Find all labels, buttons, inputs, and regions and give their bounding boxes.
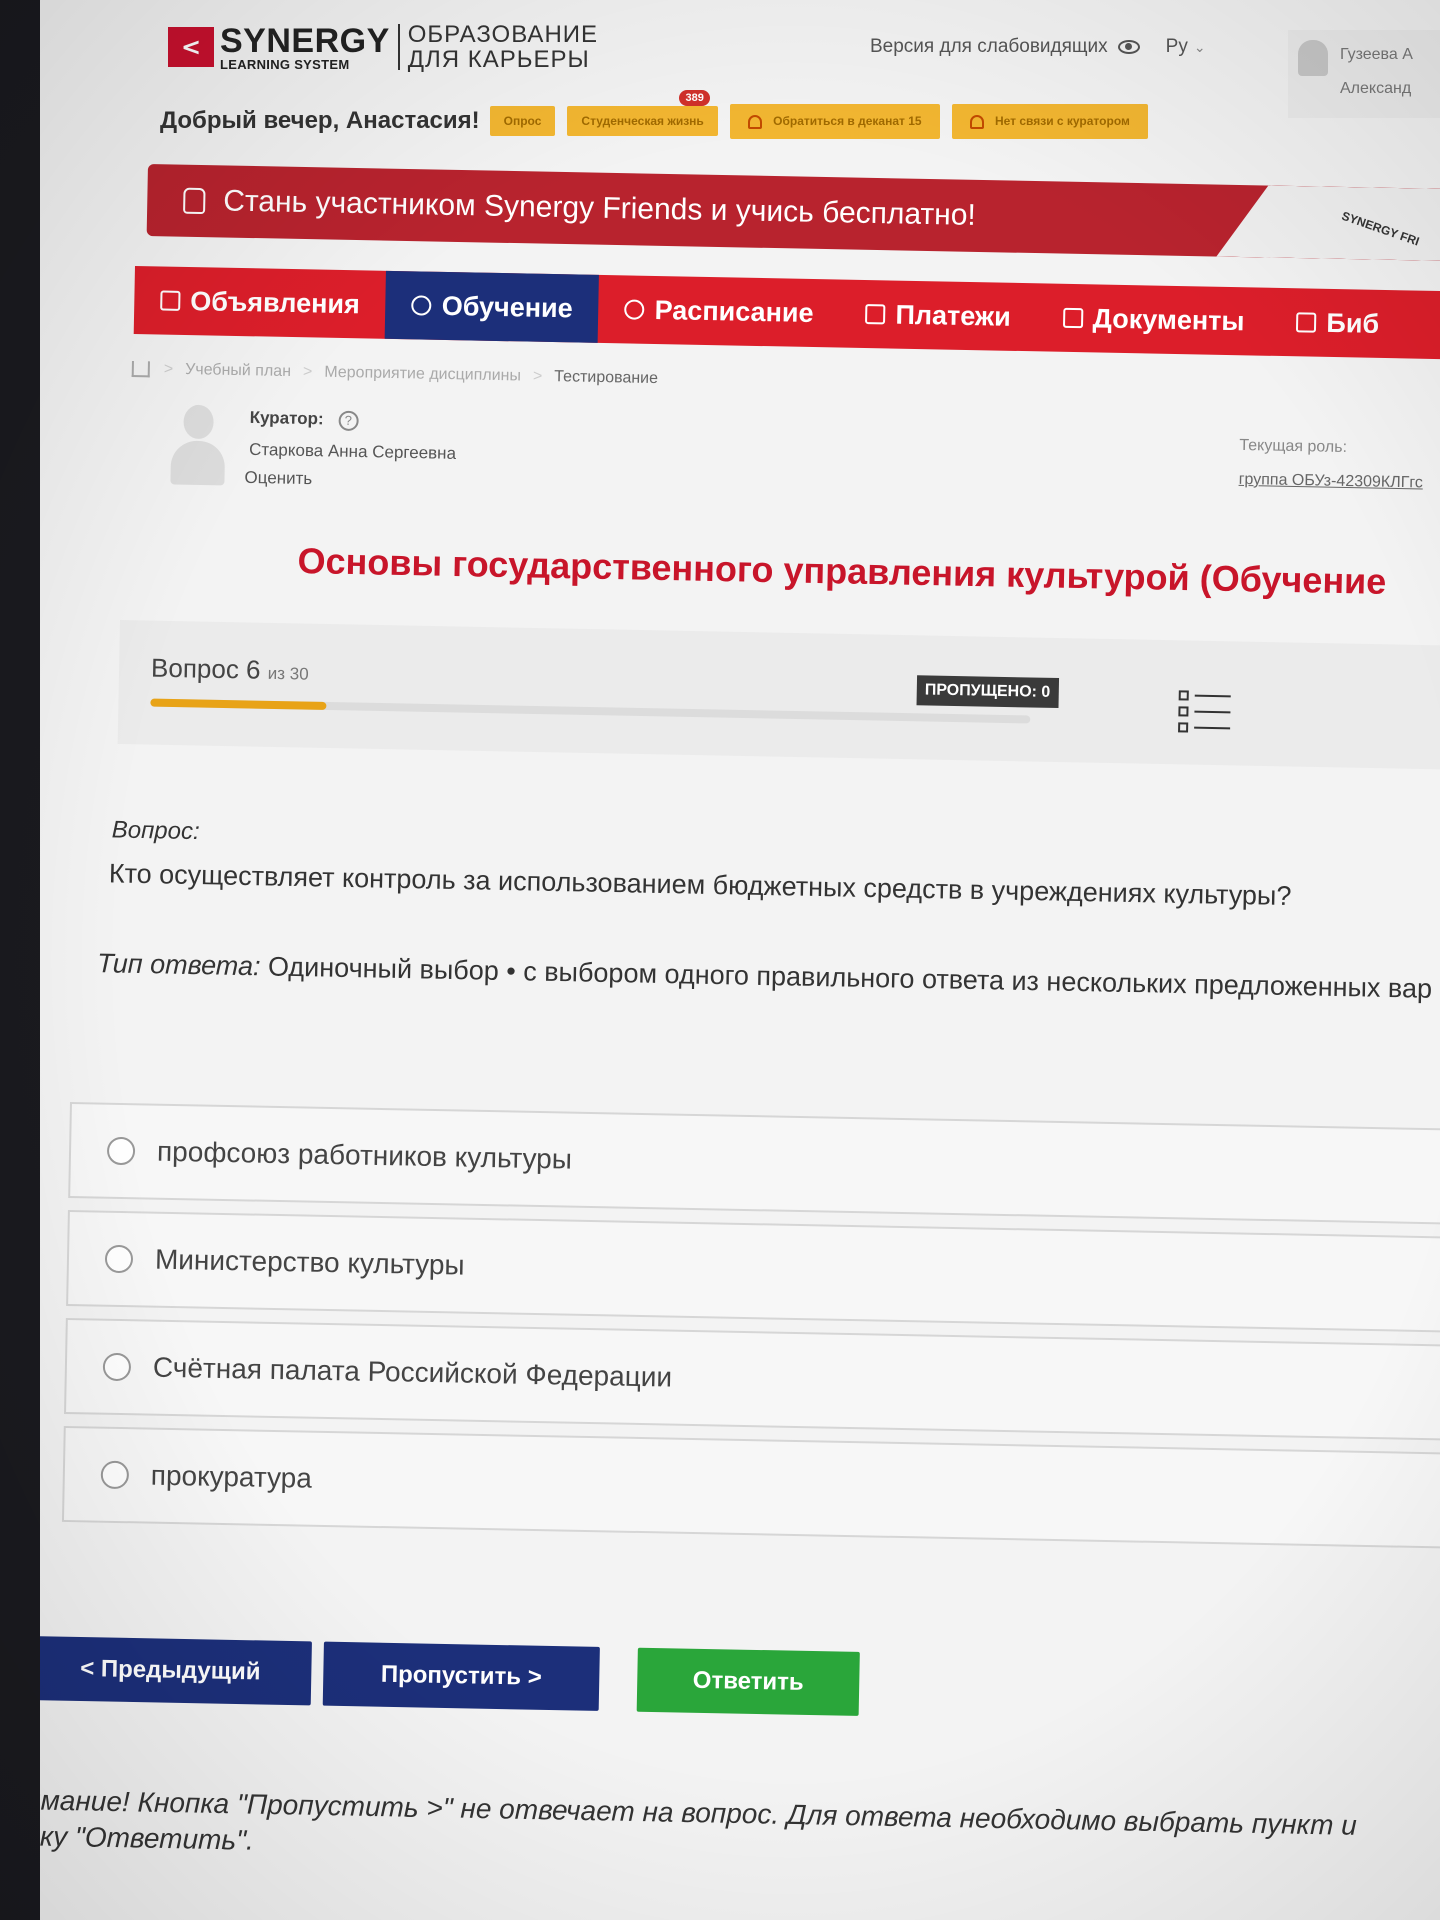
answer-type-label: Тип ответа:	[96, 948, 261, 982]
nav-announcements[interactable]: Объявления	[134, 266, 387, 339]
answer-option[interactable]: Министерство культуры	[66, 1209, 1440, 1333]
header: < SYNERGY LEARNING SYSTEM ОБРАЗОВАНИЕ ДЛ…	[40, 0, 1440, 118]
graduation-cap-icon	[411, 295, 432, 316]
user-name[interactable]: Гузеева А	[1340, 46, 1413, 64]
logo-main-text: SYNERGY	[220, 21, 390, 60]
breadcrumb-current: Тестирование	[554, 368, 659, 388]
nav-schedule-label: Расписание	[654, 294, 814, 328]
header-tools: Версия для слабовидящих Ру ⌄	[870, 36, 1206, 58]
logo-divider	[397, 24, 400, 71]
radio-button[interactable]	[100, 1460, 130, 1490]
question-counter: Вопрос 6 из 30	[151, 653, 309, 687]
question-total: из 30	[267, 663, 309, 684]
logo[interactable]: < SYNERGY LEARNING SYSTEM ОБРАЗОВАНИЕ ДЛ…	[168, 22, 598, 72]
page-title: Основы государственного управления культ…	[297, 540, 1387, 602]
user-menu[interactable]: Гузеева А Александ	[1288, 30, 1440, 118]
answer-option[interactable]: Счётная палата Российской Федерации	[64, 1317, 1440, 1441]
book-icon	[1296, 312, 1317, 333]
nav-announcements-label: Объявления	[190, 285, 361, 319]
role-label: Текущая роль:	[1239, 436, 1348, 456]
answer-type: Тип ответа: Одиночный выбор • с выбором …	[97, 948, 1432, 1005]
previous-button[interactable]: < Предыдущий	[40, 1636, 312, 1706]
radio-button[interactable]	[104, 1244, 134, 1274]
main-nav: Объявления Обучение Расписание Платежи Д…	[133, 266, 1440, 360]
answer-option-label[interactable]: профсоюз работников культуры	[157, 1136, 572, 1176]
nav-documents-label: Документы	[1092, 302, 1245, 336]
promo-text: Стань участником Synergy Friends и учись…	[222, 184, 977, 232]
breadcrumb-item[interactable]: Учебный план	[185, 361, 291, 381]
nav-learning-label: Обучение	[441, 290, 574, 323]
accessibility-link[interactable]: Версия для слабовидящих	[870, 36, 1108, 58]
curator-label-text: Куратор:	[249, 407, 324, 429]
radio-button[interactable]	[106, 1136, 136, 1166]
progress-bar-fill	[150, 698, 327, 710]
notice-text: нимание! Кнопка "Пропустить >" не отвеча…	[40, 1782, 1440, 1884]
question-area: Вопрос: Кто осуществляет контроль за исп…	[90, 816, 1440, 1003]
skip-button[interactable]: Пропустить >	[322, 1641, 600, 1711]
headset-icon	[969, 114, 984, 129]
rate-curator-link[interactable]: Оценить	[244, 468, 312, 489]
nav-learning[interactable]: Обучение	[385, 270, 600, 343]
question-number: Вопрос 6	[150, 652, 261, 685]
breadcrumb-item[interactable]: Мероприятие дисциплины	[324, 364, 521, 386]
nav-schedule[interactable]: Расписание	[598, 275, 840, 348]
curator-panel: Куратор: ? Старкова Анна Сергеевна Оцени…	[148, 400, 1440, 515]
role-select[interactable]: группа ОБУз-42309КЛГгс	[1238, 471, 1423, 493]
dean-office-label: Обратиться в деканат 15	[773, 114, 922, 128]
home-icon[interactable]	[131, 360, 150, 378]
nav-payments-label: Платежи	[895, 299, 1012, 332]
avatar[interactable]	[1298, 40, 1328, 76]
help-icon[interactable]: ?	[338, 410, 359, 432]
nav-library[interactable]: Биб	[1270, 288, 1406, 359]
action-buttons: < Предыдущий Пропустить > Ответить	[40, 1636, 930, 1717]
answer-option-label[interactable]: Министерство культуры	[155, 1244, 465, 1282]
skipped-badge: ПРОПУЩЕНО: 0	[916, 675, 1059, 709]
question-text: Кто осуществляет контроль за использован…	[108, 858, 1292, 912]
promo-illustration	[1216, 185, 1440, 261]
dean-office-button[interactable]: Обратиться в деканат 15	[729, 104, 940, 139]
page: < SYNERGY LEARNING SYSTEM ОБРАЗОВАНИЕ ДЛ…	[40, 0, 1440, 1920]
answer-option-label[interactable]: прокуратура	[151, 1460, 313, 1495]
language-select[interactable]: Ру	[1166, 36, 1188, 58]
newspaper-icon	[160, 290, 181, 311]
curator-label: Куратор: ?	[249, 407, 359, 432]
progress-panel: Вопрос 6 из 30 ПРОПУЩЕНО: 0	[117, 620, 1440, 770]
synergy-logo-icon: <	[168, 27, 214, 68]
nav-payments[interactable]: Платежи	[839, 280, 1037, 352]
answer-type-value: Одиночный выбор • с выбором одного прави…	[267, 951, 1433, 1004]
curator-contact-button[interactable]: Нет связи с куратором	[951, 104, 1148, 139]
clock-icon	[624, 299, 645, 320]
answer-option[interactable]: прокуратура	[61, 1425, 1440, 1549]
answer-button[interactable]: Ответить	[636, 1647, 860, 1716]
greeting-row: Добрый вечер, Анастасия! Опрос Студенчес…	[160, 90, 1160, 139]
user-name-line2[interactable]: Александ	[1340, 80, 1411, 98]
curator-contact-label: Нет связи с куратором	[994, 114, 1130, 128]
survey-button[interactable]: Опрос	[489, 106, 556, 137]
radio-button[interactable]	[102, 1352, 132, 1382]
promo-banner[interactable]: Стань участником Synergy Friends и учись…	[146, 164, 1440, 261]
document-icon	[1062, 307, 1083, 329]
notification-badge: 389	[679, 90, 710, 107]
nav-documents[interactable]: Документы	[1036, 283, 1271, 355]
question-label: Вопрос:	[111, 816, 200, 846]
curator-name: Старкова Анна Сергеевна	[248, 439, 457, 463]
answer-option-label[interactable]: Счётная палата Российской Федерации	[153, 1352, 673, 1394]
answer-option[interactable]: профсоюз работников культуры	[68, 1102, 1440, 1225]
answer-options: профсоюз работников культуры Министерств…	[61, 1102, 1440, 1562]
greeting-text: Добрый вечер, Анастасия!	[160, 107, 480, 135]
hand-pointer-icon	[183, 187, 206, 215]
logo-tagline-1: ОБРАЗОВАНИЕ	[407, 21, 599, 48]
student-life-label: Студенческая жизнь	[581, 114, 704, 129]
student-life-button[interactable]: Студенческая жизнь 389	[567, 90, 718, 137]
headset-icon	[747, 114, 762, 129]
logo-tagline-2: ДЛЯ КАРЬЕРЫ	[407, 46, 590, 74]
curator-avatar	[164, 400, 230, 486]
progress-bar	[150, 698, 1031, 724]
money-icon	[865, 304, 886, 325]
chevron-down-icon[interactable]: ⌄	[1194, 39, 1206, 56]
nav-library-label: Биб	[1326, 307, 1380, 339]
eye-icon[interactable]	[1117, 40, 1140, 54]
question-list-icon[interactable]	[1178, 688, 1231, 735]
breadcrumb: > Учебный план > Мероприятие дисциплины …	[131, 360, 670, 388]
